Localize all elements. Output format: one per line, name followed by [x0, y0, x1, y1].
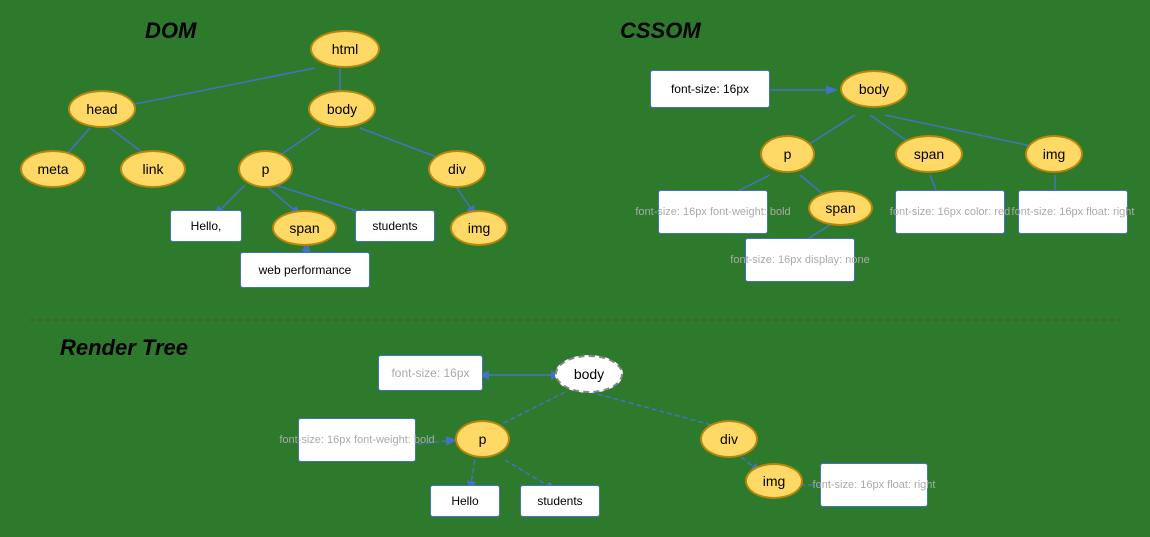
rt-img-node: img	[745, 463, 803, 499]
cssom-font16-top: font-size: 16px	[650, 70, 770, 108]
dom-img-node: img	[450, 210, 508, 246]
dom-html-node: html	[310, 30, 380, 68]
cssom-img-node: img	[1025, 135, 1083, 173]
rt-hello-node: Hello	[430, 485, 500, 517]
rt-body-node: body	[555, 355, 623, 393]
cssom-font16-span: font-size: 16px color: red	[895, 190, 1005, 234]
dom-hello-node: Hello,	[170, 210, 242, 242]
rt-font16-p: font-size: 16px font-weight: bold	[298, 418, 416, 462]
rt-div-node: div	[700, 420, 758, 458]
render-tree-title: Render Tree	[60, 335, 188, 361]
dom-meta-node: meta	[20, 150, 86, 188]
cssom-span-node: span	[895, 135, 963, 173]
cssom-font16-span-child: font-size: 16px display: none	[745, 238, 855, 282]
cssom-font16-img: font-size: 16px float: right	[1018, 190, 1128, 234]
cssom-body-node: body	[840, 70, 908, 108]
cssom-span-child-node: span	[808, 190, 873, 226]
dom-span-node: span	[272, 210, 337, 246]
dom-web-performance-node: web performance	[240, 252, 370, 288]
dom-p-node: p	[238, 150, 293, 188]
cssom-p-node: p	[760, 135, 815, 173]
dom-body-node: body	[308, 90, 376, 128]
dom-title: DOM	[145, 18, 196, 44]
cssom-font16-p: font-size: 16px font-weight: bold	[658, 190, 768, 234]
cssom-title: CSSOM	[620, 18, 701, 44]
dom-head-node: head	[68, 90, 136, 128]
rt-students-node: students	[520, 485, 600, 517]
rt-font16-img: font-size: 16px float: right	[820, 463, 928, 507]
dom-div-node: div	[428, 150, 486, 188]
dom-students-node: students	[355, 210, 435, 242]
dom-link-node: link	[120, 150, 186, 188]
rt-p-node: p	[455, 420, 510, 458]
rt-font16-body: font-size: 16px	[378, 355, 483, 391]
